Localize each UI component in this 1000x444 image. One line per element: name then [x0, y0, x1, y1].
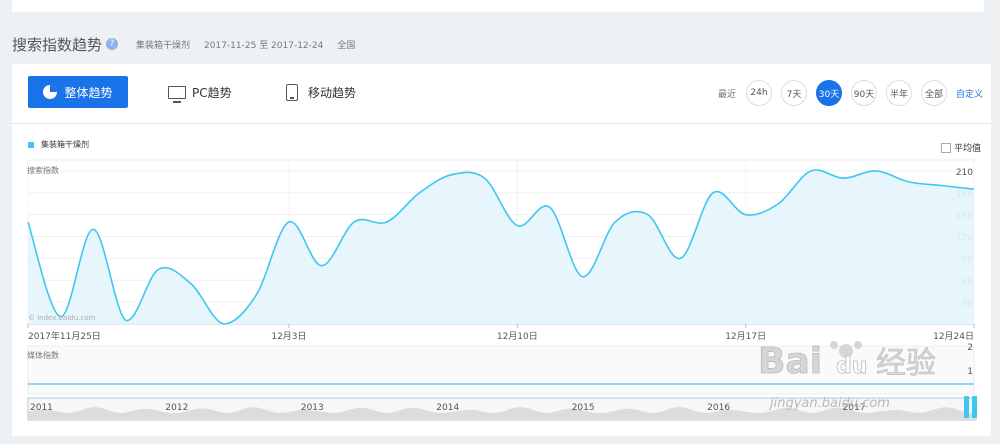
baidu-jingyan-url: jingyan.baidu.com: [770, 396, 890, 411]
region-label: 全国: [337, 40, 356, 51]
svg-text:du: du: [836, 354, 867, 379]
overview-year-label: 2012: [165, 403, 188, 413]
y-tick-label: 210: [956, 168, 973, 178]
question-circle-icon[interactable]: ?: [106, 38, 119, 50]
date-range-label: 2017-11-25 至 2017-12-24: [204, 40, 324, 51]
overview-year-label: 2015: [572, 403, 595, 413]
baidu-jingyan-logo: Bai du 经验: [758, 341, 936, 383]
x-tick-label: 12月10日: [497, 331, 538, 342]
section-title: 搜索指数趋势: [12, 35, 103, 54]
range-handle-left: [964, 396, 969, 418]
svg-text:Bai: Bai: [758, 341, 822, 382]
previous-panel: [12, 0, 984, 12]
media-index-axis-label: 媒体指数: [27, 351, 59, 360]
section-header: 搜索指数趋势 ? 集装箱干燥剂 2017-11-25 至 2017-12-24 …: [12, 34, 369, 54]
overview-year-label: 2016: [707, 403, 730, 413]
watermark: © index.baidu.com: [28, 314, 96, 322]
search-index-axis-label: 搜索指数: [27, 166, 59, 175]
range-handle-right: [972, 396, 977, 418]
svg-text:经验: 经验: [876, 346, 936, 381]
keyword-label: 集装箱干燥剂: [136, 40, 191, 51]
overview-year-label: 2013: [301, 403, 324, 413]
overview-year-label: 2011: [30, 403, 53, 413]
x-tick-label: 12月3日: [271, 331, 306, 342]
x-tick-label: 2017年11月25日: [28, 330, 101, 342]
overview-year-label: 2014: [436, 403, 459, 413]
